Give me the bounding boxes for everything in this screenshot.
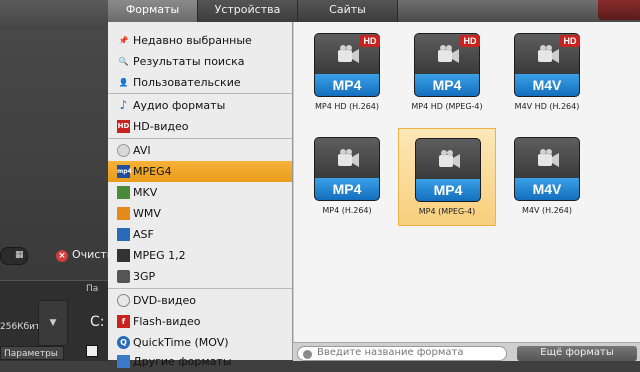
format-tile-m4v-hd-h264[interactable]: M4V HD M4V HD (H.264) bbox=[498, 24, 596, 122]
flash-icon: f bbox=[117, 315, 130, 328]
sidebar-item-recent[interactable]: 📌 Недавно выбранные bbox=[108, 30, 292, 51]
format-badge: MP4 bbox=[315, 178, 379, 200]
quicktime-icon: Q bbox=[117, 336, 130, 349]
section-label: Па bbox=[86, 284, 99, 294]
sidebar-item-search-results[interactable]: 🔍 Результаты поиска bbox=[108, 51, 292, 72]
music-note-icon: ♪ bbox=[119, 98, 128, 112]
grid-icon[interactable]: ▦ bbox=[15, 250, 27, 260]
sidebar-divider bbox=[108, 93, 292, 94]
option-checkbox[interactable] bbox=[86, 345, 98, 357]
asf-icon bbox=[117, 228, 130, 241]
tab-formats[interactable]: Форматы bbox=[108, 0, 198, 22]
format-caption: M4V HD (H.264) bbox=[514, 102, 580, 111]
format-thumbnail: M4V bbox=[514, 137, 580, 201]
camcorder-icon bbox=[439, 150, 460, 168]
disc-icon bbox=[117, 144, 130, 157]
bitrate-dropdown[interactable]: ▼ bbox=[38, 300, 68, 346]
sidebar-item-dvd[interactable]: DVD-видео bbox=[108, 290, 292, 311]
parameters-button[interactable]: Параметры bbox=[0, 346, 64, 360]
mpeg-icon bbox=[117, 249, 130, 262]
sidebar-item-other[interactable]: Другие форматы bbox=[108, 351, 292, 372]
background-app-header bbox=[0, 0, 110, 30]
search-icon bbox=[303, 350, 312, 359]
sidebar-item-quicktime[interactable]: Q QuickTime (MOV) bbox=[108, 332, 292, 353]
folder-icon bbox=[117, 355, 130, 368]
camcorder-icon bbox=[538, 149, 559, 167]
sidebar-item-3gp[interactable]: 3GP bbox=[108, 266, 292, 287]
category-sidebar: 📌 Недавно выбранные 🔍 Результаты поиска 👤 П… bbox=[108, 22, 293, 368]
pin-icon: 📌 bbox=[118, 36, 129, 45]
format-caption: M4V (H.264) bbox=[522, 206, 572, 215]
format-badge: M4V bbox=[515, 178, 579, 200]
tab-devices[interactable]: Устройства bbox=[198, 0, 298, 22]
format-caption: MP4 HD (MPEG-4) bbox=[411, 102, 483, 111]
sidebar-item-wmv[interactable]: WMV bbox=[108, 203, 292, 224]
format-tile-m4v-h264[interactable]: M4V M4V (H.264) bbox=[498, 128, 596, 226]
dvd-icon bbox=[117, 294, 130, 307]
format-caption: MP4 (H.264) bbox=[322, 206, 372, 215]
user-icon: 👤 bbox=[118, 78, 129, 87]
sidebar-item-asf[interactable]: ASF bbox=[108, 224, 292, 245]
format-caption: MP4 HD (H.264) bbox=[314, 102, 379, 111]
mkv-icon bbox=[117, 186, 130, 199]
search-bar: Введите название формата Ещё форматы bbox=[293, 342, 640, 361]
format-badge: MP4 bbox=[416, 179, 480, 201]
camcorder-icon bbox=[538, 45, 559, 63]
format-badge: MP4 bbox=[315, 74, 379, 96]
sidebar-item-avi[interactable]: AVI bbox=[108, 140, 292, 161]
sidebar-item-hd-video[interactable]: HD HD-видео bbox=[108, 116, 292, 137]
search-placeholder: Введите название формата bbox=[317, 347, 464, 358]
format-thumbnail: MP4 bbox=[415, 138, 481, 202]
format-tile-mp4-h264[interactable]: MP4 MP4 (H.264) bbox=[298, 128, 396, 226]
sidebar-divider bbox=[108, 138, 292, 139]
hd-badge: HD bbox=[360, 35, 380, 47]
more-formats-button[interactable]: Ещё форматы bbox=[517, 346, 637, 361]
format-tile-mp4-hd-mpeg4[interactable]: MP4 HD MP4 HD (MPEG-4) bbox=[398, 24, 496, 122]
format-badge: MP4 bbox=[415, 74, 479, 96]
mp4-icon: mp4 bbox=[117, 165, 132, 178]
close-button[interactable] bbox=[598, 0, 640, 20]
3gp-icon bbox=[117, 270, 130, 283]
sidebar-item-custom[interactable]: 👤 Пользовательские bbox=[108, 72, 292, 93]
sidebar-item-mkv[interactable]: MKV bbox=[108, 182, 292, 203]
tab-sites[interactable]: Сайты bbox=[298, 0, 398, 22]
hd-icon: HD bbox=[117, 120, 130, 133]
format-tile-mp4-mpeg4[interactable]: MP4 MP4 (MPEG-4) bbox=[398, 128, 496, 226]
format-dialog: Форматы Устройства Сайты 📌 Недавно выбран… bbox=[108, 0, 640, 368]
camcorder-icon bbox=[438, 45, 459, 63]
sidebar-item-flash[interactable]: f Flash-видео bbox=[108, 311, 292, 332]
camcorder-icon bbox=[338, 45, 359, 63]
hd-badge: HD bbox=[460, 35, 480, 47]
format-thumbnail: MP4 bbox=[314, 137, 380, 201]
wmv-icon bbox=[117, 207, 130, 220]
format-caption: MP4 (MPEG-4) bbox=[418, 207, 476, 216]
sidebar-item-mpeg12[interactable]: MPEG 1,2 bbox=[108, 245, 292, 266]
sidebar-item-audio[interactable]: ♪ Аудио форматы bbox=[108, 95, 292, 116]
format-tile-mp4-hd-h264[interactable]: MP4 HD MP4 HD (H.264) bbox=[298, 24, 396, 122]
hd-badge: HD bbox=[560, 35, 580, 47]
bitrate-value: 256Кбит bbox=[0, 322, 41, 332]
format-badge: M4V bbox=[515, 74, 579, 96]
format-grid: MP4 HD MP4 HD (H.264) MP4 HD MP4 HD (MPE… bbox=[293, 22, 640, 342]
sidebar-item-mpeg4[interactable]: mp4 MPEG4 bbox=[108, 161, 292, 182]
camcorder-icon bbox=[338, 149, 359, 167]
tab-bar: Форматы Устройства Сайты bbox=[108, 0, 640, 22]
sidebar-divider bbox=[108, 288, 292, 289]
magnifier-icon: 🔍 bbox=[118, 57, 129, 66]
drive-label: C: bbox=[90, 314, 105, 330]
clear-icon: × bbox=[56, 250, 68, 262]
